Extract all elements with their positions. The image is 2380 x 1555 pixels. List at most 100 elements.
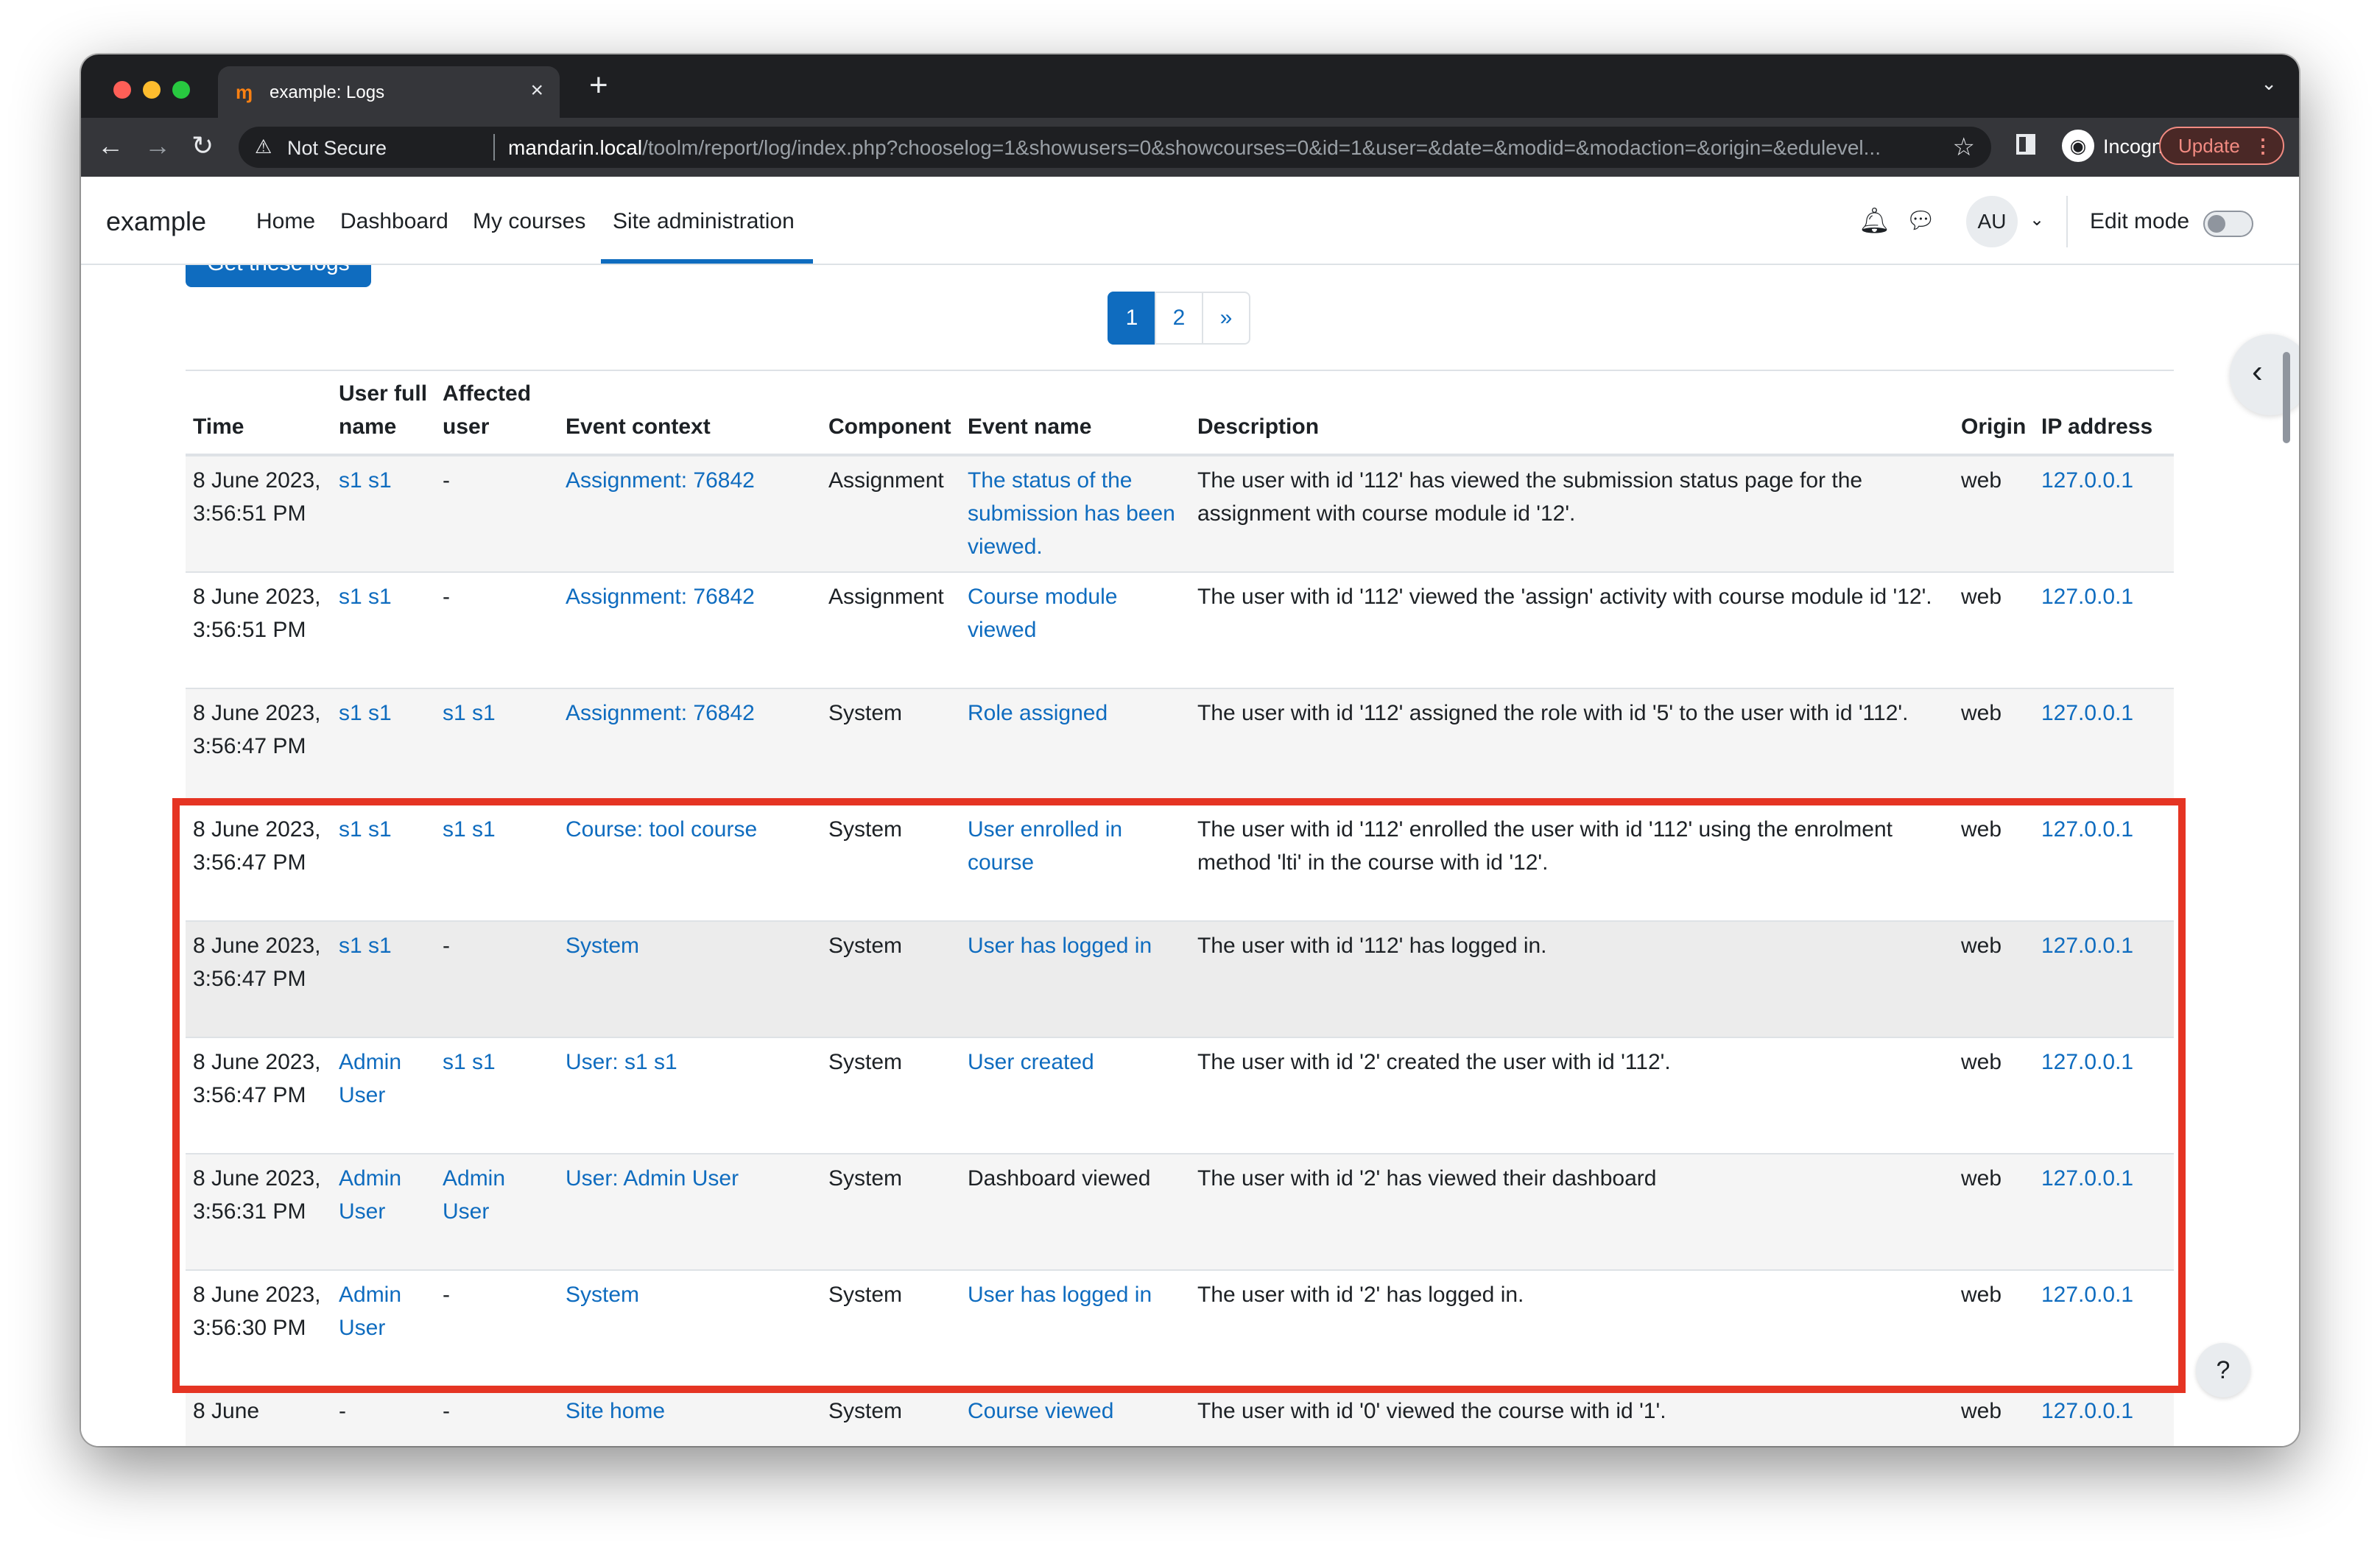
context-link[interactable]: Assignment: 76842	[566, 585, 755, 609]
side-panel-icon[interactable]	[2016, 134, 2035, 155]
event-link[interactable]: User has logged in	[968, 1278, 1183, 1311]
event-link[interactable]: Role assigned	[968, 697, 1183, 730]
user-link[interactable]: Admin User	[339, 1283, 401, 1340]
user-avatar[interactable]: AU	[1966, 196, 2018, 247]
col-event-context[interactable]: Event context	[558, 370, 821, 456]
event-link[interactable]: The status of the submission has been vi…	[968, 464, 1183, 563]
col-origin[interactable]: Origin	[1954, 370, 2034, 456]
ip-link[interactable]: 127.0.0.1	[2041, 1050, 2133, 1074]
context-link[interactable]: System	[566, 1283, 639, 1307]
tab-strip: ɱ example: Logs × + ⌄	[81, 54, 2299, 118]
cell-affected: -	[435, 1386, 558, 1446]
back-arrow-icon[interactable]: ←	[97, 131, 124, 161]
description-text: The user with id '112' viewed the 'assig…	[1197, 585, 1932, 609]
context-link[interactable]: Assignment: 76842	[566, 468, 755, 493]
user-link[interactable]: s1 s1	[339, 934, 392, 958]
warning-triangle-icon[interactable]: ⚠	[255, 135, 272, 158]
nav-dashboard[interactable]: Dashboard	[340, 209, 448, 234]
moodle-favicon-icon: ɱ	[236, 81, 253, 103]
user-menu-chevron-icon[interactable]: ⌄	[2029, 209, 2044, 230]
context-link[interactable]: System	[566, 934, 639, 958]
user-link[interactable]: s1 s1	[339, 817, 392, 842]
ip-link[interactable]: 127.0.0.1	[2041, 817, 2133, 842]
event-link[interactable]: User created	[968, 1046, 1183, 1079]
update-button[interactable]: Update ⋮	[2159, 127, 2284, 165]
ip-link[interactable]: 127.0.0.1	[2041, 585, 2133, 609]
ip-link[interactable]: 127.0.0.1	[2041, 934, 2133, 958]
user-link[interactable]: Admin User	[339, 1050, 401, 1107]
cell-affected: -	[435, 572, 558, 689]
get-these-logs-button[interactable]: Get these logs	[186, 265, 371, 287]
context-link[interactable]: Site home	[566, 1399, 665, 1423]
context-link[interactable]: Assignment: 76842	[566, 701, 755, 725]
col-event-name[interactable]: Event name	[960, 370, 1190, 456]
nav-home[interactable]: Home	[256, 209, 315, 234]
nav-my-courses[interactable]: My courses	[473, 209, 585, 234]
event-link[interactable]: Course module viewed	[968, 580, 1183, 646]
user-link[interactable]: s1 s1	[339, 585, 392, 609]
description-text: The user with id '0' viewed the course w…	[1197, 1399, 1666, 1423]
help-button[interactable]: ?	[2196, 1343, 2250, 1397]
table-row: 8 June 2023, 3:56:47 PM Admin User s1 s1…	[186, 1037, 2174, 1154]
reload-icon[interactable]: ↻	[191, 131, 214, 161]
kebab-menu-icon[interactable]: ⋮	[2253, 128, 2272, 163]
event-link[interactable]: User enrolled in course	[968, 813, 1183, 879]
col-user-full-name[interactable]: User full name	[331, 370, 435, 456]
forward-arrow-icon[interactable]: →	[144, 131, 171, 161]
edit-mode-label: Edit mode	[2090, 209, 2190, 233]
nav-site-administration[interactable]: Site administration	[613, 209, 795, 234]
site-brand[interactable]: example	[106, 206, 206, 237]
user-link[interactable]: s1 s1	[339, 701, 392, 725]
close-window-button[interactable]	[113, 81, 131, 99]
browser-tab[interactable]: ɱ example: Logs ×	[218, 66, 560, 118]
notification-bell-icon[interactable]: 🔔︎	[1859, 206, 1890, 236]
ip-link[interactable]: 127.0.0.1	[2041, 1166, 2133, 1191]
col-description[interactable]: Description	[1190, 370, 1954, 456]
affected-link[interactable]: s1 s1	[443, 701, 496, 725]
url-text[interactable]: mandarin.local/toolm/report/log/index.ph…	[508, 136, 1937, 160]
ip-link[interactable]: 127.0.0.1	[2041, 468, 2133, 493]
user-link[interactable]: s1 s1	[339, 468, 392, 493]
tab-close-icon[interactable]: ×	[530, 78, 543, 103]
cell-description: The user with id '112' assigned the role…	[1190, 688, 1954, 805]
bookmark-star-icon[interactable]: ☆	[1953, 133, 1975, 162]
col-component[interactable]: Component	[821, 370, 960, 456]
component-text: System	[828, 1399, 903, 1423]
url-host: mandarin.local	[508, 136, 643, 159]
event-link[interactable]: Course viewed	[968, 1394, 1183, 1428]
context-link[interactable]: User: s1 s1	[566, 1050, 677, 1074]
col-time[interactable]: Time	[186, 370, 331, 456]
page-2-link[interactable]: 2	[1155, 292, 1203, 345]
affected-link[interactable]: s1 s1	[443, 817, 496, 842]
ip-link[interactable]: 127.0.0.1	[2041, 1283, 2133, 1307]
table-row: 8 June 2023, 3:56:47 PM s1 s1 s1 s1 Assi…	[186, 688, 2174, 805]
cell-component: Assignment	[821, 572, 960, 689]
page-1-link[interactable]: 1	[1108, 292, 1156, 345]
scrollbar-thumb[interactable]	[2283, 352, 2290, 443]
incognito-icon[interactable]: ◉	[2062, 130, 2094, 162]
ip-link[interactable]: 127.0.0.1	[2041, 701, 2133, 725]
edit-mode-toggle[interactable]	[2203, 211, 2253, 237]
minimize-window-button[interactable]	[143, 81, 161, 99]
context-link[interactable]: User: Admin User	[566, 1166, 739, 1191]
cell-component: System	[821, 1154, 960, 1271]
col-ip-address[interactable]: IP address	[2034, 370, 2174, 456]
cell-ip: 127.0.0.1	[2034, 921, 2174, 1038]
user-link[interactable]: Admin User	[339, 1166, 401, 1224]
new-tab-button[interactable]: +	[589, 69, 608, 102]
security-label[interactable]: Not Secure	[287, 137, 387, 160]
tab-search-chevron-icon[interactable]: ⌄	[2261, 72, 2277, 95]
affected-link[interactable]: s1 s1	[443, 1050, 496, 1074]
origin-text: web	[1961, 585, 2002, 609]
address-bar[interactable]: ⚠ Not Secure mandarin.local/toolm/report…	[239, 127, 1991, 168]
cell-origin: web	[1954, 688, 2034, 805]
message-bubble-icon[interactable]: 💬︎	[1906, 206, 1936, 234]
context-link[interactable]: Course: tool course	[566, 817, 757, 842]
event-link[interactable]: User has logged in	[968, 929, 1183, 962]
ip-link[interactable]: 127.0.0.1	[2041, 1399, 2133, 1423]
maximize-window-button[interactable]	[172, 81, 190, 99]
col-affected-user[interactable]: Affected user	[435, 370, 558, 456]
next-page-link[interactable]: »	[1202, 292, 1250, 345]
affected-link[interactable]: Admin User	[443, 1166, 505, 1224]
description-text: The user with id '112' enrolled the user…	[1197, 817, 1893, 875]
